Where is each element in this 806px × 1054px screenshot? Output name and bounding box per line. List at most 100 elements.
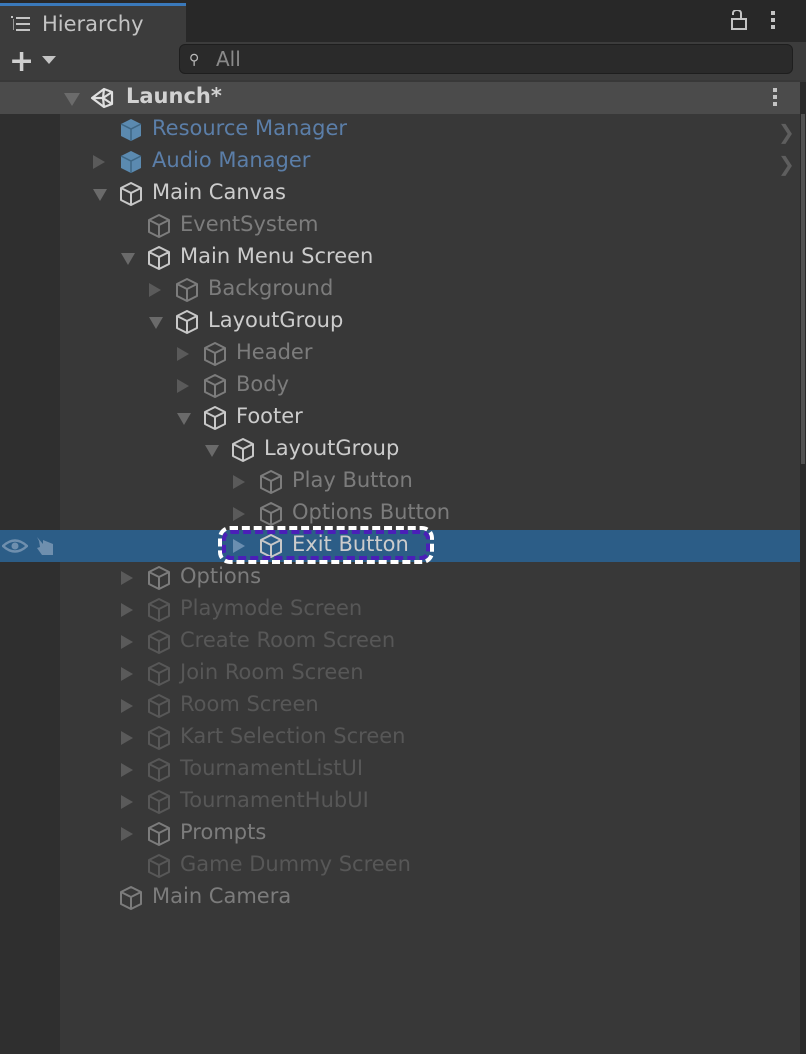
gameobject-cube-icon	[146, 597, 172, 623]
expand-arrow-icon[interactable]	[121, 253, 135, 265]
collapse-arrow-icon[interactable]	[233, 475, 245, 489]
gameobject-cube-icon	[258, 469, 284, 495]
tree-row[interactable]: Body	[0, 370, 800, 402]
tree-item-label: LayoutGroup	[264, 436, 400, 460]
unlocked-lock-icon[interactable]	[730, 10, 748, 30]
tree-item-label: Options Button	[292, 500, 451, 524]
tree-item-label: Playmode Screen	[180, 596, 363, 620]
tree-row[interactable]: Audio Manager ❯	[0, 146, 800, 178]
gameobject-cube-icon	[146, 821, 172, 847]
visibility-eye-icon[interactable]	[2, 538, 28, 554]
gameobject-cube-icon	[146, 693, 172, 719]
collapse-arrow-icon[interactable]	[93, 155, 105, 169]
tree-item-label: Kart Selection Screen	[180, 724, 406, 748]
unity-logo-icon	[90, 87, 114, 109]
gameobject-cube-icon	[174, 309, 200, 335]
tree-row[interactable]: Join Room Screen	[0, 658, 800, 690]
tree-item-label: Options	[180, 564, 262, 588]
chevron-right-icon[interactable]: ❯	[778, 120, 795, 144]
tree-row[interactable]: LayoutGroup	[0, 434, 800, 466]
gameobject-cube-icon	[146, 629, 172, 655]
collapse-arrow-icon[interactable]	[121, 731, 133, 745]
collapse-arrow-icon[interactable]	[121, 667, 133, 681]
gameobject-cube-icon	[202, 373, 228, 399]
kebab-menu-icon[interactable]	[771, 11, 777, 31]
tree-item-label: TournamentHubUI	[180, 788, 369, 812]
tree-row[interactable]: Header	[0, 338, 800, 370]
collapse-arrow-icon[interactable]	[121, 795, 133, 809]
collapse-arrow-icon[interactable]	[121, 827, 133, 841]
tree-row[interactable]: Footer	[0, 402, 800, 434]
hierarchy-list-icon	[11, 16, 30, 31]
gameobject-cube-icon	[146, 565, 172, 591]
tab-hierarchy[interactable]: Hierarchy	[0, 3, 186, 42]
collapse-arrow-icon[interactable]	[177, 379, 189, 393]
tree-item-label: Footer	[236, 404, 303, 428]
gameobject-cube-icon	[146, 725, 172, 751]
tree-item-label: Audio Manager	[152, 148, 311, 172]
expand-arrow-icon[interactable]	[205, 445, 219, 457]
collapse-arrow-icon[interactable]	[121, 763, 133, 777]
search-icon[interactable]: ⚲	[189, 52, 199, 68]
tree-row[interactable]: Prompts	[0, 818, 800, 850]
expand-arrow-icon[interactable]	[64, 93, 80, 106]
tree-row[interactable]: Create Room Screen	[0, 626, 800, 658]
gameobject-cube-icon	[146, 853, 172, 879]
scene-menu-icon[interactable]	[773, 88, 779, 108]
gameobject-cube-icon	[202, 341, 228, 367]
collapse-arrow-icon[interactable]	[149, 283, 161, 297]
tree-item-label: Main Menu Screen	[180, 244, 374, 268]
tree-row[interactable]: Main Canvas	[0, 178, 800, 210]
tree-item-label: Create Room Screen	[180, 628, 396, 652]
expand-arrow-icon[interactable]	[93, 189, 107, 201]
focus-outline-inner	[222, 530, 430, 560]
tree-row[interactable]: TournamentHubUI	[0, 786, 800, 818]
gameobject-cube-icon	[146, 245, 172, 271]
tree-row[interactable]: Game Dummy Screen	[0, 850, 800, 882]
tree-item-label: Background	[208, 276, 334, 300]
pickable-hand-icon[interactable]	[34, 535, 56, 557]
tree-item-label: Main Canvas	[152, 180, 286, 204]
gameobject-cube-icon	[146, 213, 172, 239]
tree-row[interactable]: Resource Manager ❯	[0, 114, 800, 146]
gameobject-cube-icon	[258, 501, 284, 527]
tree-item-label: Main Camera	[152, 884, 292, 908]
collapse-arrow-icon[interactable]	[121, 699, 133, 713]
tree-row[interactable]: EventSystem	[0, 210, 800, 242]
tree-row[interactable]: TournamentListUI	[0, 754, 800, 786]
tree-item-label: Play Button	[292, 468, 413, 492]
add-dropdown-caret-icon[interactable]	[42, 56, 56, 64]
chevron-right-icon[interactable]: ❯	[778, 152, 795, 176]
scene-header-launch[interactable]: Launch*	[0, 82, 800, 114]
tree-item-label: Header	[236, 340, 313, 364]
gameobject-cube-icon	[146, 789, 172, 815]
tree-row[interactable]: LayoutGroup	[0, 306, 800, 338]
collapse-arrow-icon[interactable]	[121, 571, 133, 585]
tree-row[interactable]: Main Menu Screen	[0, 242, 800, 274]
expand-arrow-icon[interactable]	[149, 317, 163, 329]
expand-arrow-icon[interactable]	[177, 413, 191, 425]
tree-row[interactable]: Options	[0, 562, 800, 594]
prefab-cube-icon	[118, 149, 144, 175]
gameobject-cube-icon	[146, 757, 172, 783]
search-field[interactable]: ⚲	[179, 44, 793, 74]
tree-item-label: TournamentListUI	[180, 756, 364, 780]
tree-row[interactable]: Play Button	[0, 466, 800, 498]
scene-name: Launch*	[126, 84, 222, 108]
gameobject-cube-icon	[174, 277, 200, 303]
scrollbar-thumb[interactable]	[801, 114, 805, 464]
search-input[interactable]	[216, 47, 776, 71]
tree-row[interactable]: Playmode Screen	[0, 594, 800, 626]
plus-icon[interactable]: +	[9, 47, 34, 77]
tree-row[interactable]: Kart Selection Screen	[0, 722, 800, 754]
gameobject-cube-icon	[118, 885, 144, 911]
collapse-arrow-icon[interactable]	[233, 507, 245, 521]
collapse-arrow-icon[interactable]	[177, 347, 189, 361]
collapse-arrow-icon[interactable]	[121, 603, 133, 617]
tree-row[interactable]: Background	[0, 274, 800, 306]
tree-row[interactable]: Main Camera	[0, 882, 800, 914]
collapse-arrow-icon[interactable]	[121, 635, 133, 649]
tree-item-label: LayoutGroup	[208, 308, 344, 332]
gameobject-cube-icon	[202, 405, 228, 431]
tree-row[interactable]: Room Screen	[0, 690, 800, 722]
